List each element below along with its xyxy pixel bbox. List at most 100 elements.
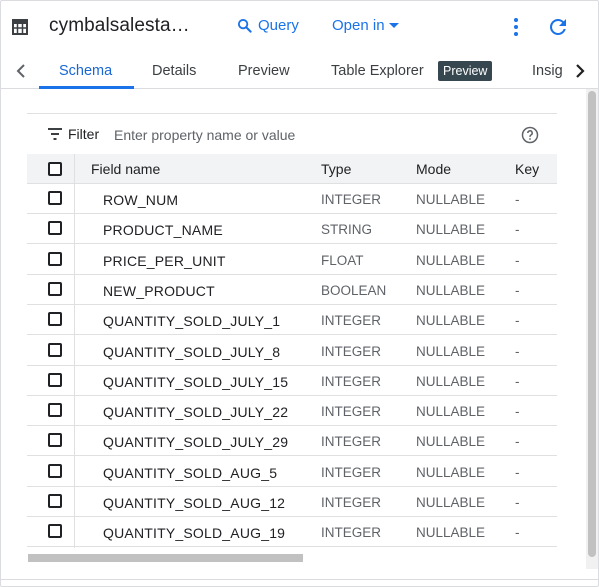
- active-tab-indicator: [39, 86, 134, 89]
- tab-scroll-left[interactable]: [9, 59, 33, 83]
- column-header-type[interactable]: Type: [321, 161, 351, 177]
- table-row: QUANTITY_SOLD_JULY_29 INTEGER NULLABLE -: [27, 426, 557, 457]
- mode-cell: NULLABLE: [416, 343, 486, 359]
- table-row: PRODUCT_NAME STRING NULLABLE -: [27, 214, 557, 245]
- table-row: NEW_PRODUCT BOOLEAN NULLABLE -: [27, 275, 557, 305]
- row-checkbox[interactable]: [48, 342, 62, 357]
- more-vert-icon[interactable]: [507, 15, 525, 39]
- field-name-cell: QUANTITY_SOLD_JULY_8: [103, 343, 281, 360]
- type-cell: INTEGER: [321, 434, 382, 450]
- horizontal-scrollbar-thumb[interactable]: [28, 554, 303, 562]
- mode-cell: NULLABLE: [416, 434, 486, 450]
- mode-cell: NULLABLE: [416, 252, 486, 268]
- field-name-cell: PRICE_PER_UNIT: [103, 252, 226, 269]
- type-cell: INTEGER: [321, 192, 382, 207]
- column-header-key[interactable]: Key: [515, 161, 539, 177]
- table-row: ROW_NUM INTEGER NULLABLE -: [27, 184, 557, 214]
- row-checkbox[interactable]: [48, 463, 62, 478]
- column-header-mode[interactable]: Mode: [416, 161, 451, 177]
- chevron-left-icon: [16, 64, 25, 78]
- key-cell: -: [515, 373, 520, 389]
- refresh-icon[interactable]: [546, 15, 570, 39]
- type-cell: INTEGER: [321, 404, 382, 420]
- table-row: QUANTITY_SOLD_JULY_8 INTEGER NULLABLE -: [27, 336, 557, 366]
- table-row: QUANTITY_SOLD_JULY_15 INTEGER NULLABLE -: [27, 366, 557, 396]
- row-checkbox[interactable]: [48, 281, 62, 296]
- row-checkbox[interactable]: [48, 433, 62, 448]
- panel-header: cymbalsalesta… Query Open in: [1, 1, 598, 53]
- tab-strip: Schema Details Preview Table Explorer Pr…: [37, 53, 567, 89]
- field-name-cell: QUANTITY_SOLD_JULY_15: [103, 373, 289, 390]
- tab-details[interactable]: Details: [152, 63, 196, 79]
- field-name-cell: ROW_NUM: [103, 192, 179, 208]
- open-in-button[interactable]: Open in: [332, 17, 399, 34]
- row-checkbox[interactable]: [48, 403, 62, 418]
- row-checkbox[interactable]: [48, 221, 62, 236]
- schema-panel: cymbalsalesta… Query Open in Schema Deta…: [0, 0, 599, 587]
- row-checkbox[interactable]: [48, 372, 62, 387]
- type-cell: INTEGER: [321, 525, 382, 541]
- select-all-checkbox[interactable]: [48, 162, 62, 176]
- mode-cell: NULLABLE: [416, 464, 486, 480]
- key-cell: -: [515, 282, 520, 298]
- table-icon: [12, 19, 28, 35]
- filter-bar: Filter: [27, 113, 557, 155]
- mode-cell: NULLABLE: [416, 222, 486, 238]
- tab-table-explorer[interactable]: Table Explorer: [331, 63, 424, 79]
- key-cell: -: [515, 313, 520, 329]
- mode-cell: NULLABLE: [416, 313, 486, 329]
- mode-cell: NULLABLE: [416, 525, 486, 541]
- type-cell: INTEGER: [321, 343, 382, 359]
- table-row: QUANTITY_SOLD_AUG_12 INTEGER NULLABLE -: [27, 487, 557, 517]
- table-row: QUANTITY_SOLD_AUG_19 INTEGER NULLABLE -: [27, 517, 557, 548]
- field-name-cell: QUANTITY_SOLD_JULY_29: [103, 434, 289, 451]
- type-cell: FLOAT: [321, 252, 364, 268]
- field-name-cell: QUANTITY_SOLD_AUG_19: [103, 525, 286, 542]
- type-cell: BOOLEAN: [321, 282, 387, 298]
- field-name-cell: QUANTITY_SOLD_AUG_12: [103, 495, 286, 511]
- key-cell: -: [515, 525, 520, 541]
- tab-insights[interactable]: Insig: [532, 63, 563, 79]
- table-row: QUANTITY_SOLD_JULY_22 INTEGER NULLABLE -: [27, 396, 557, 427]
- help-icon[interactable]: [521, 126, 539, 144]
- tab-bar: Schema Details Preview Table Explorer Pr…: [1, 53, 598, 89]
- table-title: cymbalsalesta…: [49, 15, 190, 36]
- schema-table: Field name Type Mode Key ROW_NUM INTEGER N…: [27, 154, 557, 548]
- tab-scroll-right[interactable]: [568, 59, 592, 83]
- type-cell: INTEGER: [321, 313, 382, 329]
- vertical-scrollbar-thumb[interactable]: [588, 91, 596, 557]
- row-checkbox[interactable]: [48, 494, 62, 508]
- chevron-right-icon: [576, 64, 585, 78]
- mode-cell: NULLABLE: [416, 373, 486, 389]
- mode-cell: NULLABLE: [416, 282, 486, 298]
- checkbox-column-divider: [74, 154, 75, 548]
- column-header-field-name[interactable]: Field name: [91, 161, 160, 177]
- type-cell: STRING: [321, 222, 373, 238]
- table-row: QUANTITY_SOLD_AUG_5 INTEGER NULLABLE -: [27, 457, 557, 487]
- query-label: Query: [258, 17, 299, 34]
- row-checkbox[interactable]: [48, 191, 62, 205]
- field-name-cell: PRODUCT_NAME: [103, 222, 223, 239]
- row-checkbox[interactable]: [48, 251, 62, 266]
- tab-schema[interactable]: Schema: [59, 63, 112, 79]
- key-cell: -: [515, 464, 520, 480]
- row-checkbox[interactable]: [48, 524, 62, 539]
- query-button[interactable]: Query: [237, 17, 299, 34]
- open-in-label: Open in: [332, 17, 385, 34]
- filter-list-icon: [48, 128, 62, 140]
- filter-label: Filter: [68, 126, 100, 142]
- type-cell: INTEGER: [321, 373, 382, 389]
- field-name-cell: QUANTITY_SOLD_JULY_22: [103, 404, 289, 421]
- panel-bottom-divider: [1, 579, 598, 580]
- key-cell: -: [515, 252, 520, 268]
- filter-input[interactable]: [114, 124, 494, 146]
- field-name-cell: NEW_PRODUCT: [103, 282, 215, 299]
- field-name-cell: QUANTITY_SOLD_JULY_1: [103, 313, 281, 330]
- key-cell: -: [515, 495, 520, 510]
- caret-down-icon: [388, 22, 399, 28]
- search-icon: [237, 18, 252, 33]
- mode-cell: NULLABLE: [416, 192, 486, 207]
- tab-preview[interactable]: Preview: [238, 63, 290, 79]
- row-checkbox[interactable]: [48, 312, 62, 327]
- table-row: PRICE_PER_UNIT FLOAT NULLABLE -: [27, 245, 557, 275]
